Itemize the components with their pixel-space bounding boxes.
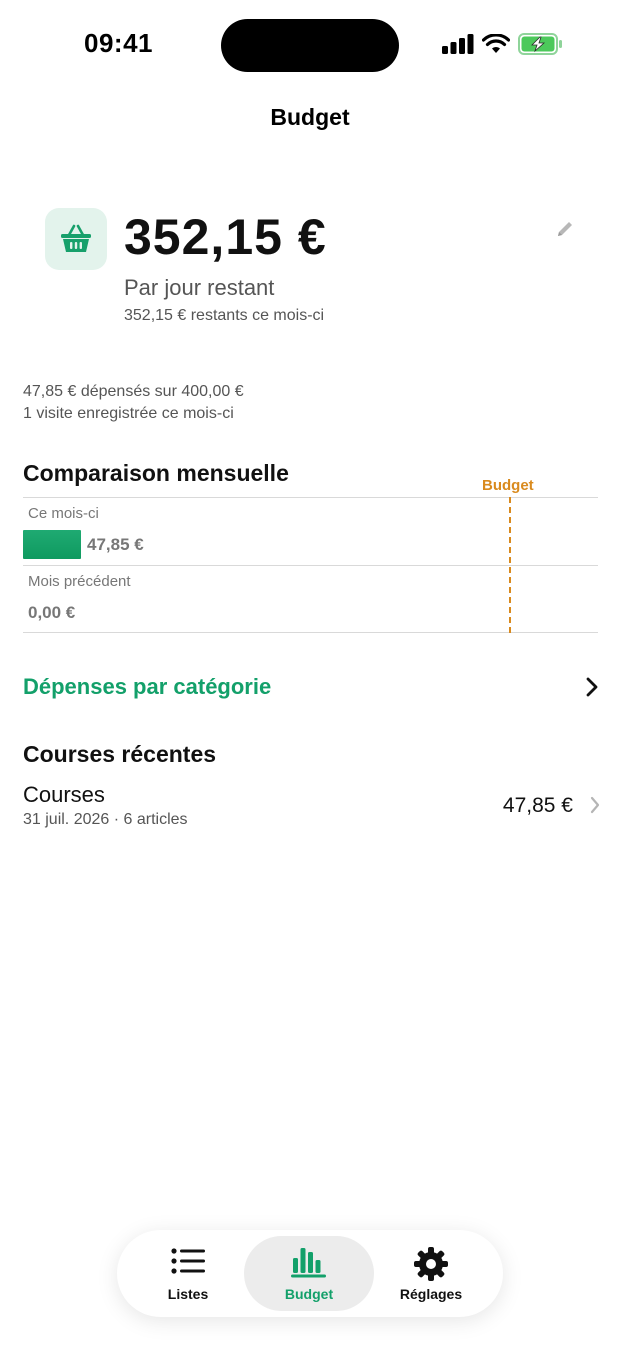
- comparison-title: Comparaison mensuelle: [23, 460, 289, 486]
- daily-amount: 352,15 €: [124, 209, 327, 265]
- status-icons: [442, 33, 564, 55]
- budget-summary: 352,15 € Par jour restant 352,15 € resta…: [45, 205, 585, 335]
- signal-icon: [442, 34, 474, 54]
- spent-info: 47,85 € dépensés sur 400,00 € 1 visite e…: [23, 381, 244, 425]
- wifi-icon: [482, 34, 510, 53]
- tab-label: Budget: [284, 1286, 334, 1302]
- row-label: Ce mois-ci: [28, 505, 99, 522]
- basket-icon: [61, 224, 91, 252]
- tab-budget[interactable]: Budget: [244, 1236, 374, 1311]
- budget-line: [509, 497, 511, 633]
- compare-row-previous-month: Mois précédent 0,00 €: [23, 565, 598, 633]
- row-label: Mois précédent: [28, 573, 131, 590]
- status-bar: 09:41: [0, 0, 620, 92]
- chevron-right-icon: [586, 677, 598, 697]
- remaining-text: 352,15 € restants ce mois-ci: [124, 307, 325, 324]
- tab-listes[interactable]: Listes: [123, 1236, 253, 1311]
- chevron-right-icon: [590, 796, 600, 814]
- tab-label: Listes: [167, 1286, 209, 1302]
- course-amount: 47,85 €: [502, 794, 573, 817]
- recent-title: Courses récentes: [23, 741, 217, 767]
- list-icon: [171, 1248, 205, 1274]
- tab-reglages[interactable]: Réglages: [366, 1236, 496, 1311]
- gear-icon: [414, 1247, 448, 1281]
- course-meta: 31 juil. 2026 · 6 articles: [23, 811, 188, 828]
- edit-budget-button[interactable]: [553, 217, 577, 241]
- monthly-comparison: Ce mois-ci 47,85 € Mois précédent 0,00 €: [23, 497, 598, 634]
- chart-bars-icon: [291, 1248, 326, 1278]
- category-spending-link[interactable]: Dépenses par catégorie: [23, 668, 603, 708]
- category-link-label: Dépenses par catégorie: [23, 674, 272, 699]
- compare-row-current-month: Ce mois-ci 47,85 €: [23, 497, 598, 565]
- tab-label: Réglages: [399, 1286, 463, 1302]
- budget-marker-label: Budget: [482, 477, 534, 494]
- current-month-bar: [23, 530, 81, 559]
- dynamic-island: [221, 19, 399, 72]
- tab-bar: Listes Budget Réglages: [117, 1230, 503, 1317]
- battery-charging-icon: [518, 33, 562, 55]
- row-value: 0,00 €: [28, 603, 76, 622]
- pencil-icon: [558, 222, 572, 236]
- spent-line: 47,85 € dépensés sur 400,00 €: [23, 383, 244, 400]
- list-item[interactable]: Courses 31 juil. 2026 · 6 articles 47,85…: [23, 778, 603, 838]
- course-name: Courses: [23, 782, 105, 807]
- status-time: 09:41: [84, 28, 153, 58]
- visits-line: 1 visite enregistrée ce mois-ci: [23, 405, 234, 422]
- basket-tile: [45, 208, 107, 270]
- per-day-label: Par jour restant: [124, 275, 275, 300]
- row-value: 47,85 €: [87, 535, 144, 554]
- page-title: Budget: [270, 104, 350, 130]
